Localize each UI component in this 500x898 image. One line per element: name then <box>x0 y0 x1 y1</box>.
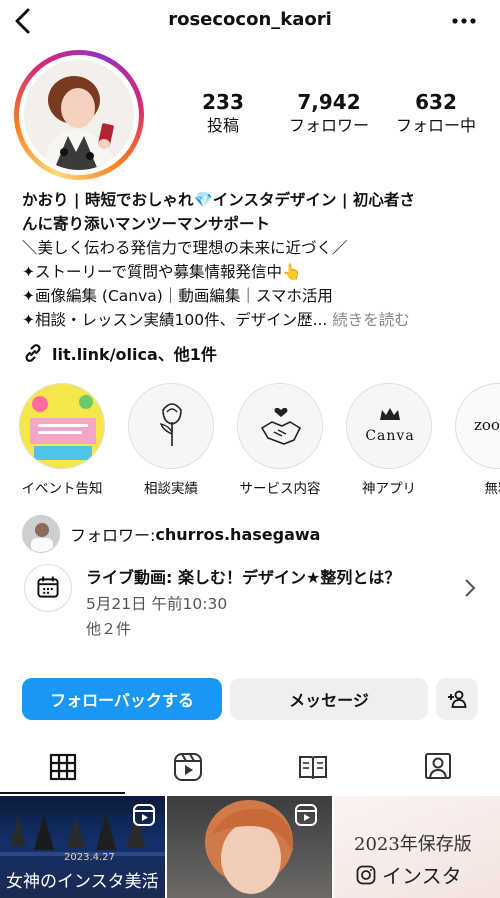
tab-grid[interactable] <box>0 740 125 794</box>
post-tile[interactable] <box>167 796 332 898</box>
follow-back-button[interactable]: フォローバックする <box>22 678 222 720</box>
stat-posts-label: 投稿 <box>206 116 239 135</box>
highlight-app-cover: Canva <box>346 383 432 469</box>
live-event-card[interactable]: ライブ動画: 楽しむ！デザイン★整列とは？ 5月21日 午前10:30 他２件 <box>22 560 482 640</box>
profile-avatar <box>24 60 134 170</box>
post-title-line-1: 2023年保存版 <box>354 834 472 855</box>
event-time: 5月21日 午前10:30 <box>86 595 228 613</box>
handshake-icon <box>238 384 322 468</box>
tab-reels[interactable] <box>125 740 250 794</box>
link-icon <box>25 344 41 362</box>
post-caption: 女神のインスタ美活 <box>6 872 159 892</box>
profile-tabs <box>0 740 500 794</box>
highlight-consult-label: 相談実績 <box>144 481 198 497</box>
highlight-app[interactable]: Canva 神アプリ <box>339 383 439 497</box>
bio-name-line-2: んに寄り添いマンツーマンサポート <box>22 215 271 233</box>
rose-icon <box>129 384 213 468</box>
stat-followers-label: フォロワー <box>288 116 369 135</box>
stat-followers[interactable]: 7,942 フォロワー <box>279 90 379 138</box>
read-more-link[interactable]: 続きを読む <box>332 311 410 329</box>
highlight-event-cover <box>19 383 105 469</box>
story-highlights: イベント告知 相談実績 サービス内容 Canva 神アプリ zoo 無 <box>0 383 500 498</box>
stat-posts[interactable]: 233 投稿 <box>173 90 273 138</box>
stat-followers-count: 7,942 <box>297 90 361 114</box>
bio-line-6: ✦相談・レッスン実績100件、デザイン歴... <box>22 311 333 329</box>
instagram-icon <box>356 865 376 884</box>
highlight-consult-cover <box>128 383 214 469</box>
top-bar: rosecocon_kaori <box>0 0 500 44</box>
bio-line-5: ✦画像編集 (Canva)｜動画編集｜スマホ活用 <box>22 287 333 305</box>
bio-name-line-1: かおり | 時短でおしゃれ💎インスタデザイン | 初心者さ <box>22 191 415 209</box>
bio-line-4: ✦ストーリーで質問や募集情報発信中👆 <box>22 263 302 281</box>
calendar-icon <box>24 564 72 612</box>
guide-icon <box>298 756 327 780</box>
profile-stats: 233 投稿 7,942 フォロワー 632 フォロー中 <box>178 90 478 140</box>
highlight-app-label: 神アプリ <box>362 481 416 497</box>
tab-guides[interactable] <box>250 740 375 794</box>
reels-icon <box>295 804 317 826</box>
highlight-event-label: イベント告知 <box>21 481 103 497</box>
highlight-app-text: Canva <box>365 428 415 444</box>
reels-icon <box>133 804 155 826</box>
highlight-free-text: zoo <box>474 416 500 434</box>
post-date: 2023.4.27 <box>64 852 115 863</box>
tab-tagged[interactable] <box>375 740 500 794</box>
profile-bio: かおり | 時短でおしゃれ💎インスタデザイン | 初心者さ んに寄り添いマンツー… <box>22 188 482 332</box>
followed-by[interactable]: フォロワー: churros.hasegawa <box>22 515 320 553</box>
suggested-users-button[interactable] <box>436 678 478 720</box>
highlight-service[interactable]: サービス内容 <box>230 383 330 497</box>
chevron-right-icon <box>465 579 476 597</box>
posts-grid: 2023.4.27 女神のインスタ美活 2023年保存版 インスタ <box>0 796 500 898</box>
story-ring[interactable] <box>14 50 144 180</box>
event-more: 他２件 <box>86 620 132 638</box>
post-tile[interactable]: 2023.4.27 女神のインスタ美活 <box>0 796 165 898</box>
stat-following[interactable]: 632 フォロー中 <box>386 90 486 138</box>
highlight-service-label: サービス内容 <box>239 481 321 497</box>
highlight-free[interactable]: zoo 無料 <box>448 383 500 497</box>
post-title-line-2: インスタ <box>356 860 462 889</box>
stat-posts-count: 233 <box>202 90 244 114</box>
followed-by-name: churros.hasegawa <box>155 524 321 544</box>
reels-icon <box>173 753 202 781</box>
bio-line-3: ＼美しく伝わる発信力で理想の未来に近づく／ <box>22 239 348 257</box>
tagged-icon <box>424 753 451 779</box>
grid-icon <box>49 753 76 781</box>
more-icon[interactable] <box>452 17 476 25</box>
message-button[interactable]: メッセージ <box>230 678 428 720</box>
profile-username: rosecocon_kaori <box>168 9 332 30</box>
post-title-line-2-text: インスタ <box>382 864 462 888</box>
event-title: ライブ動画: 楽しむ！デザイン★整列とは？ <box>86 568 401 587</box>
bio-line-6-wrap: ✦相談・レッスン実績100件、デザイン歴... 続きを読む <box>22 308 482 332</box>
followed-by-prefix: フォロワー: <box>70 526 156 545</box>
highlight-service-cover <box>237 383 323 469</box>
add-person-icon <box>448 690 467 708</box>
highlight-event[interactable]: イベント告知 <box>12 383 112 497</box>
stat-following-count: 632 <box>415 90 457 114</box>
bio-link[interactable]: lit.link/olica、他1件 <box>22 340 217 366</box>
bio-link-text: lit.link/olica、他1件 <box>52 345 217 364</box>
stat-following-label: フォロー中 <box>395 116 476 135</box>
highlight-free-label: 無料 <box>484 481 500 497</box>
highlight-consult[interactable]: 相談実績 <box>121 383 221 497</box>
highlight-free-cover: zoo <box>455 383 500 469</box>
post-tile[interactable]: 2023年保存版 インスタ <box>334 796 500 898</box>
followed-by-avatar <box>22 515 60 553</box>
